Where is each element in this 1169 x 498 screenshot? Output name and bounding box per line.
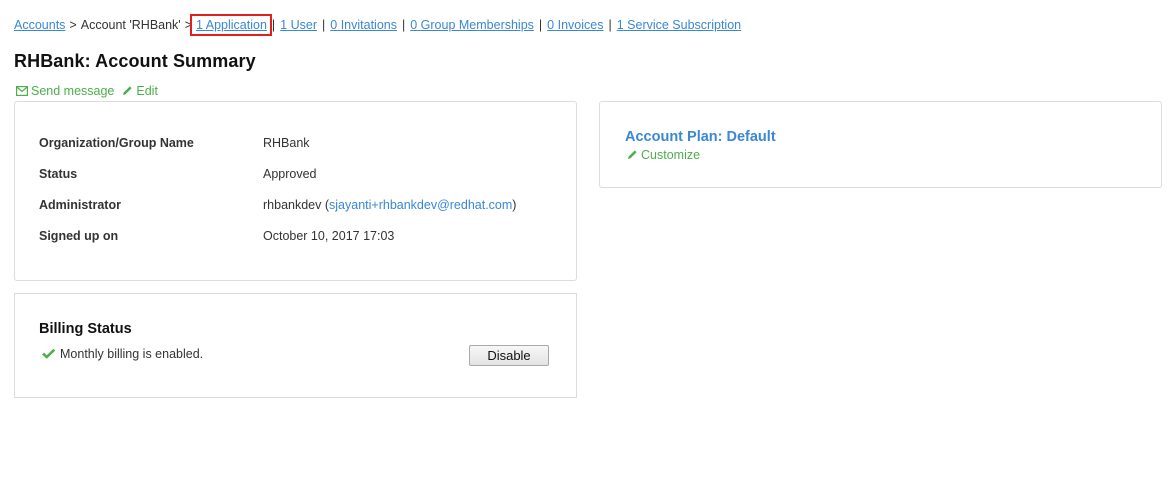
edit-label: Edit [136,84,158,98]
signed-up-label: Signed up on [39,229,119,243]
customize-label: Customize [641,148,701,162]
invoices-label: Invoices [557,18,604,32]
users-link[interactable]: 1 User [280,18,317,32]
service-subscriptions-count: 1 [616,18,624,32]
breadcrumb-current: Account 'RHBank' [80,18,181,32]
group-memberships-link[interactable]: 0 Group Memberships [410,18,534,32]
page-title: RHBank: Account Summary [14,51,256,71]
account-summary-page: Accounts > Account 'RHBank' >1 Application |… [0,0,1169,498]
billing-status-title: Billing Status [39,321,132,337]
administrator-label: Administrator [39,198,121,212]
invitations-label: Invitations [340,18,397,32]
send-message-link[interactable]: Send message [16,84,114,98]
administrator-username: rhbankdev [263,198,322,212]
org-name-value: RHBank [263,136,310,150]
account-plan-link[interactable]: Account Plan: Default [625,129,776,145]
disable-billing-button[interactable]: Disable [469,345,549,366]
breadcrumb: Accounts > Account 'RHBank' >1 Application |… [14,14,742,36]
applications-link[interactable]: 1 Application [190,14,272,36]
status-label: Status [39,167,78,181]
account-plan-panel: Account Plan: Default Customize [599,101,1162,188]
billing-status-message: Monthly billing is enabled. [60,347,204,361]
service-subscriptions-link[interactable]: 1 Service Subscription [617,18,741,32]
applications-count: 1 [196,18,203,32]
pencil-icon [123,86,132,95]
page-actions: Send message Edit [16,84,166,98]
edit-link[interactable]: Edit [122,84,158,98]
pencil-icon [628,150,637,159]
group-memberships-count: 0 [410,18,418,32]
customize-plan-link[interactable]: Customize [627,148,700,162]
org-name-label: Organization/Group Name [39,136,194,150]
signed-up-value: October 10, 2017 17:03 [263,229,395,243]
administrator-email-link[interactable]: sjayanti+rhbankdev@redhat.com [329,198,512,212]
invitations-link[interactable]: 0 Invitations [330,18,397,32]
status-value: Approved [263,167,317,181]
breadcrumb-separator: > [184,18,193,32]
envelope-icon [16,86,29,97]
invoices-link[interactable]: 0 Invoices [547,18,603,32]
applications-label: Application [205,18,267,32]
checkmark-icon [42,348,56,359]
service-subscriptions-label: Service Subscription [627,18,742,32]
invitations-count: 0 [330,18,338,32]
breadcrumb-separator: > [69,18,77,32]
administrator-value: rhbankdev (sjayanti+rhbankdev@redhat.com… [263,198,517,212]
breadcrumb-accounts-link[interactable]: Accounts [14,18,65,32]
send-message-label: Send message [31,84,115,98]
billing-status-text: Monthly billing is enabled. [41,347,203,361]
users-count: 1 [280,18,288,32]
group-memberships-label: Group Memberships [420,18,534,32]
users-label: User [290,18,318,32]
invoices-count: 0 [547,18,555,32]
account-summary-panel: Organization/Group Name RHBank Status Ap… [14,101,577,281]
billing-status-panel: Billing Status Monthly billing is enable… [14,293,577,398]
